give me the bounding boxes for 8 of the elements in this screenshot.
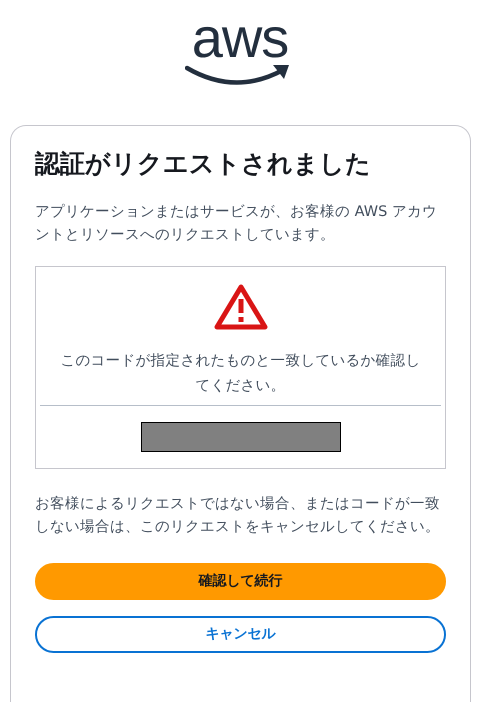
- notice-text: お客様によるリクエストではない場合、またはコードが一致しない場合は、このリクエストをキャンセルしてください。: [35, 494, 441, 536]
- verification-message: このコードが指定されたものと一致しているか確認してください。: [60, 352, 422, 396]
- card-title: 認証がリクエストされました: [35, 148, 372, 180]
- cancel-button[interactable]: キャンセル: [35, 616, 446, 652]
- confirm-button[interactable]: 確認して続行: [35, 562, 446, 600]
- logo-text: aws: [192, 14, 288, 62]
- warning-icon: [212, 282, 268, 332]
- description-text: アプリケーションまたはサービスが、お客様の AWS アカウントとリソースへのリクエストしています。: [35, 202, 438, 244]
